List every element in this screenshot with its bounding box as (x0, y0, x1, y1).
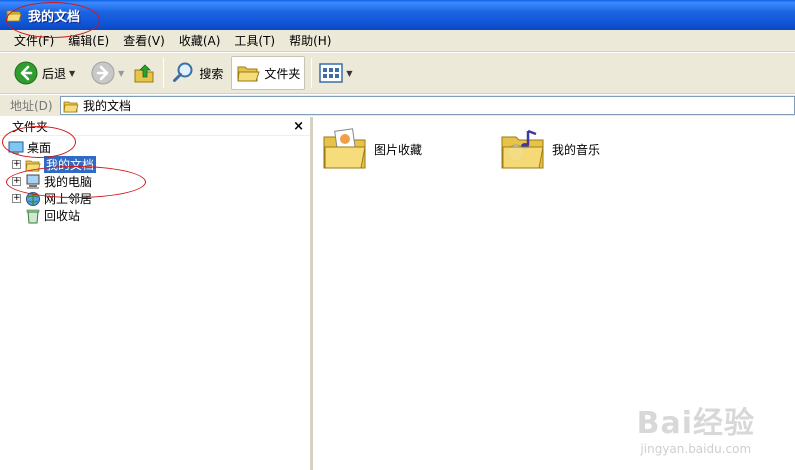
annotation-ellipse (2, 126, 76, 158)
forward-button[interactable]: ▼ (87, 56, 128, 90)
back-button[interactable]: 后退 ▼ (10, 56, 79, 90)
title-bar[interactable]: 我的文档 (0, 0, 795, 30)
menu-help[interactable]: 帮助(H) (282, 32, 338, 49)
folders-label: 文件夹 (264, 66, 301, 81)
address-label: 地址(D) (10, 99, 53, 113)
toolbar: 后退 ▼ ▼ 搜索 文件夹 ▼ (0, 53, 795, 94)
address-value: 我的文档 (83, 99, 132, 113)
watermark-brand: Bai经验 (636, 406, 755, 441)
annotation-ellipse (6, 166, 146, 198)
forward-arrow-icon (91, 61, 115, 85)
annotation-ellipse (6, 2, 100, 38)
folder-item-my-music[interactable]: 我的音乐 (500, 127, 600, 171)
forward-dropdown-icon[interactable]: ▼ (118, 69, 124, 78)
back-label: 后退 (42, 66, 67, 81)
recycle-bin-icon (26, 209, 40, 223)
tree-item-recycle-bin[interactable]: 回收站 (25, 207, 80, 224)
music-folder-icon (501, 129, 544, 169)
menu-bar: 文件(F) 编辑(E) 查看(V) 收藏(A) 工具(T) 帮助(H) (0, 30, 795, 52)
item-label: 我的音乐 (552, 142, 601, 157)
toolbar-separator (163, 58, 165, 88)
search-button[interactable]: 搜索 (167, 56, 227, 90)
pictures-folder-icon (323, 128, 366, 169)
views-grid-icon (319, 63, 344, 83)
up-folder-icon (134, 64, 154, 83)
up-folder-button[interactable] (128, 56, 160, 90)
expand-icon[interactable]: + (12, 160, 21, 169)
tree-label: 回收站 (44, 209, 81, 223)
views-dropdown-icon[interactable]: ▼ (346, 69, 352, 78)
back-arrow-icon (14, 61, 38, 85)
menu-tools[interactable]: 工具(T) (227, 32, 282, 49)
close-icon[interactable]: × (293, 119, 304, 134)
item-label: 图片收藏 (374, 142, 423, 157)
views-button[interactable]: ▼ (315, 56, 356, 90)
back-dropdown-icon[interactable]: ▼ (69, 69, 75, 78)
toolbar-separator (311, 58, 313, 88)
folder-icon (237, 66, 261, 82)
folder-icon (63, 101, 79, 112)
watermark: Bai经验 jingyan.baidu.com (637, 398, 755, 456)
watermark-url: jingyan.baidu.com (640, 442, 752, 456)
menu-favorites[interactable]: 收藏(A) (172, 32, 228, 49)
folder-item-my-pictures[interactable]: 图片收藏 (322, 127, 422, 171)
search-label: 搜索 (199, 66, 224, 81)
expand-icon[interactable]: + (12, 194, 21, 203)
address-bar: 地址(D) 我的文档 (0, 95, 795, 116)
menu-view[interactable]: 查看(V) (116, 32, 172, 49)
folders-button[interactable]: 文件夹 (231, 56, 306, 90)
address-input[interactable]: 我的文档 (60, 96, 795, 115)
search-icon (173, 62, 193, 82)
